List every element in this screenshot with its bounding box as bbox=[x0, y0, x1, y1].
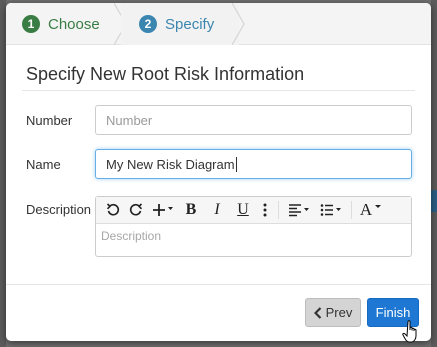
background-accent bbox=[431, 190, 437, 212]
name-value: My New Risk Diagram bbox=[106, 156, 235, 172]
redo-icon[interactable] bbox=[124, 199, 148, 221]
list-icon[interactable] bbox=[315, 199, 347, 221]
number-label: Number bbox=[26, 113, 73, 128]
step-label: Specify bbox=[165, 15, 215, 33]
step-number-badge: 2 bbox=[139, 15, 157, 33]
description-label: Description bbox=[26, 202, 92, 217]
wizard-steps: 1 Choose 2 Specify bbox=[6, 3, 431, 45]
more-icon[interactable] bbox=[256, 199, 274, 221]
hand-pointer-icon bbox=[402, 320, 417, 343]
editor-toolbar: B I U A bbox=[96, 197, 411, 224]
font-letter: A bbox=[359, 200, 373, 219]
bold-icon[interactable]: B bbox=[178, 199, 204, 221]
font-icon[interactable]: A bbox=[356, 199, 386, 221]
wizard-step-choose[interactable]: 1 Choose bbox=[6, 3, 121, 45]
text-caret bbox=[235, 156, 237, 172]
insert-plus-icon[interactable] bbox=[148, 199, 178, 221]
finish-label: Finish bbox=[375, 305, 411, 320]
align-icon[interactable] bbox=[283, 199, 315, 221]
toolbar-separator bbox=[351, 201, 352, 219]
background-right bbox=[431, 0, 437, 347]
step-separator-arrow bbox=[232, 3, 245, 45]
prev-label: Prev bbox=[325, 305, 353, 320]
chevron-left-icon bbox=[313, 306, 321, 319]
description-editor[interactable]: B I U A Description bbox=[95, 196, 412, 257]
form-title: Specify New Root Risk Information bbox=[26, 64, 305, 84]
divider bbox=[22, 90, 415, 91]
toolbar-separator bbox=[278, 201, 279, 219]
italic-icon[interactable]: I bbox=[204, 199, 230, 221]
number-placeholder: Number bbox=[106, 112, 153, 128]
prev-button[interactable]: Prev bbox=[305, 298, 361, 327]
underline-icon[interactable]: U bbox=[230, 199, 256, 221]
footer-divider bbox=[6, 284, 431, 285]
wizard-step-specify[interactable]: 2 Specify bbox=[121, 3, 239, 45]
description-placeholder: Description bbox=[101, 229, 162, 243]
step-number-badge: 1 bbox=[22, 15, 40, 33]
name-input[interactable]: My New Risk Diagram bbox=[95, 149, 412, 179]
name-label: Name bbox=[26, 157, 61, 172]
number-input[interactable]: Number bbox=[95, 105, 412, 135]
wizard-modal: 1 Choose 2 Specify Specify New Root Risk… bbox=[6, 3, 431, 341]
undo-icon[interactable] bbox=[102, 199, 124, 221]
step-label: Choose bbox=[48, 15, 100, 33]
